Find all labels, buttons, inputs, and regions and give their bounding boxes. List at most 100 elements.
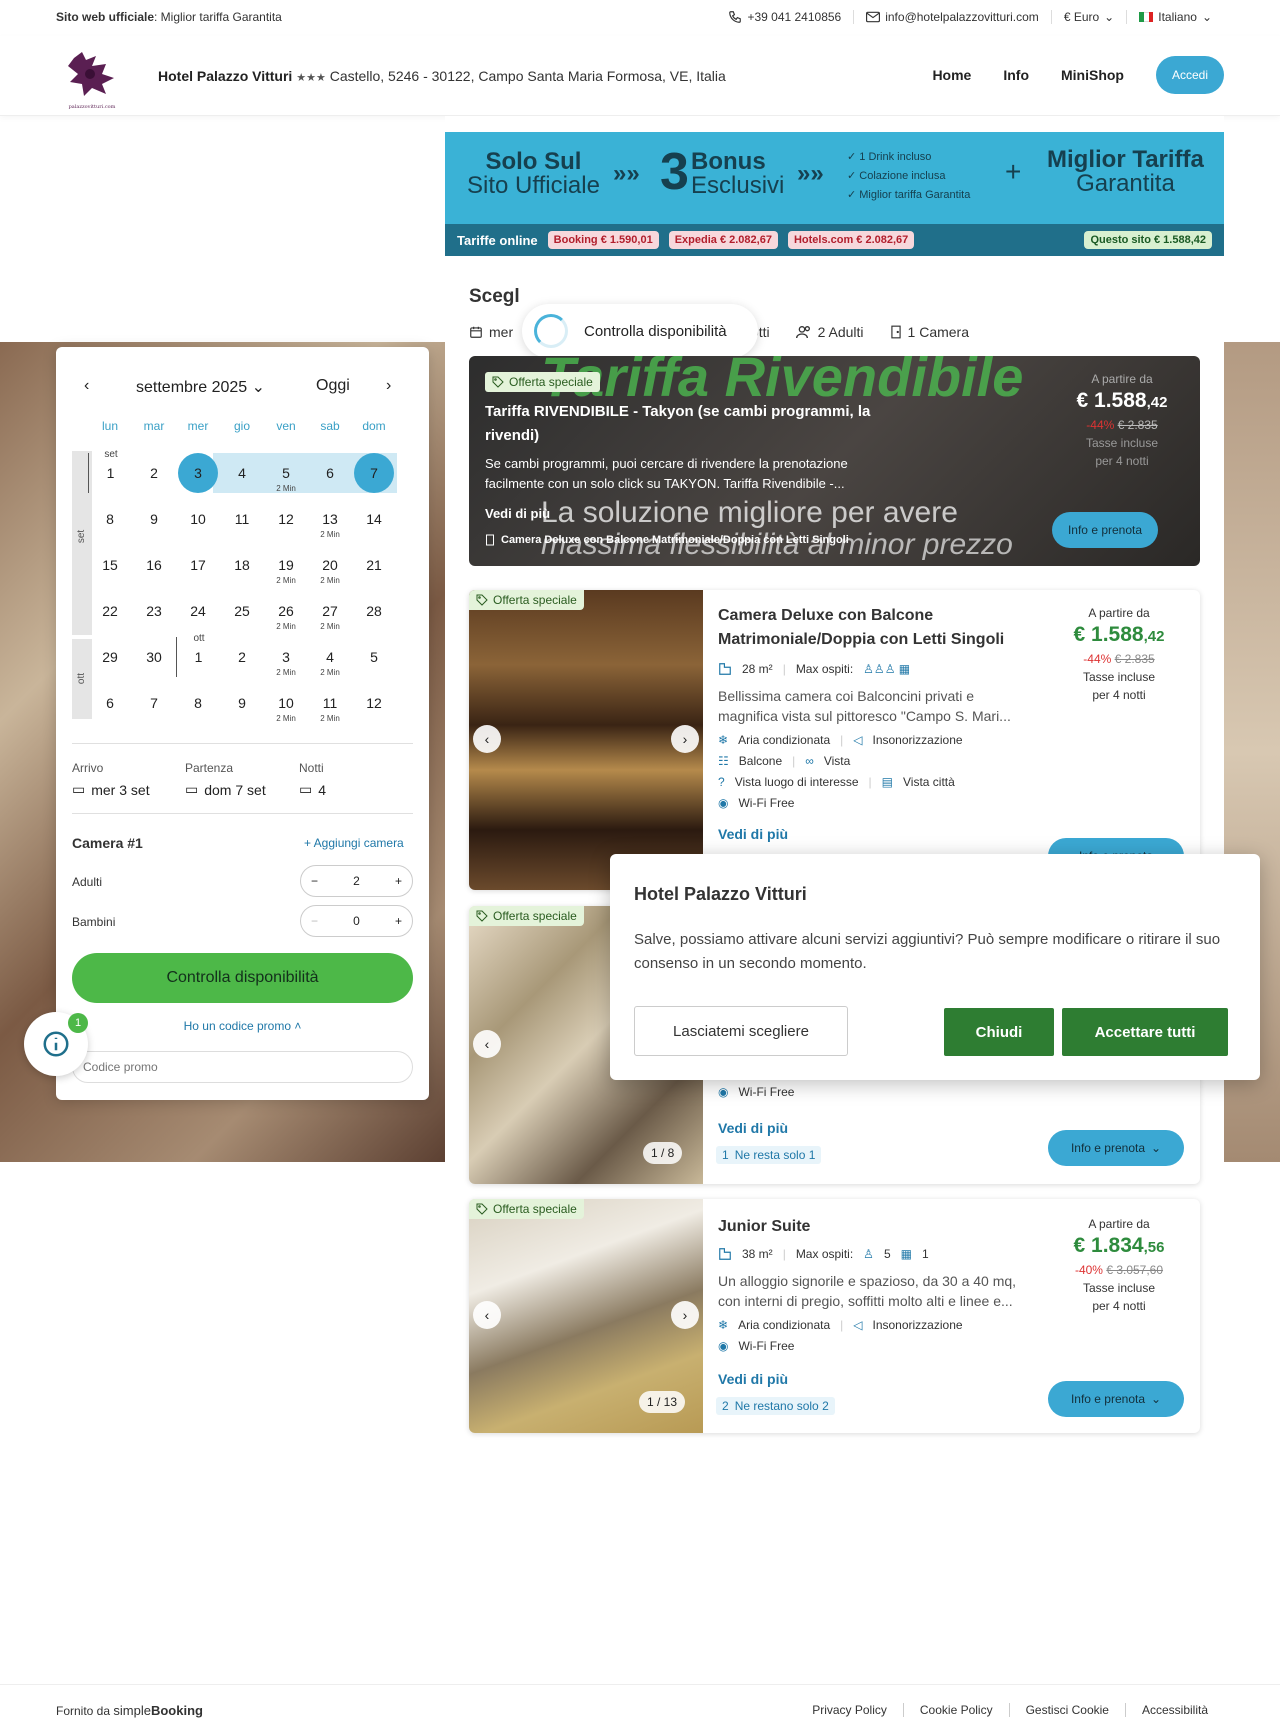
calendar-day[interactable]: 12 bbox=[352, 683, 396, 723]
calendar-day[interactable]: 21 bbox=[352, 545, 396, 585]
nav-minishop[interactable]: MiniShop bbox=[1061, 67, 1124, 83]
calendar-day[interactable]: 13 2 Min bbox=[308, 499, 352, 539]
close-button[interactable]: Chiudi bbox=[944, 1008, 1054, 1056]
photo-prev-button[interactable]: ‹ bbox=[473, 1301, 501, 1329]
children-stepper[interactable]: −0 + bbox=[300, 905, 413, 937]
room-card[interactable]: ‹ › Offerta speciale Camera Deluxe con B… bbox=[469, 590, 1200, 890]
calendar-day[interactable]: 25 bbox=[220, 591, 264, 631]
calendar-day[interactable]: 14 bbox=[352, 499, 396, 539]
calendar-day[interactable]: 3 bbox=[176, 453, 220, 493]
calendar-day[interactable]: 4 bbox=[220, 453, 264, 493]
calendar-day[interactable]: 2 bbox=[220, 637, 264, 677]
cookie-policy-link[interactable]: Cookie Policy bbox=[902, 1703, 1009, 1717]
plus-icon[interactable]: + bbox=[395, 914, 402, 928]
calendar-day[interactable]: 12 bbox=[264, 499, 308, 539]
today-button[interactable]: Oggi bbox=[316, 377, 350, 395]
calendar-day[interactable]: 19 2 Min bbox=[264, 545, 308, 585]
room-title[interactable]: Junior Suite bbox=[718, 1215, 1008, 1239]
accept-all-button[interactable]: Accettare tutti bbox=[1062, 1008, 1228, 1056]
photo-prev-button[interactable]: ‹ bbox=[473, 1030, 501, 1058]
calendar-day[interactable]: 26 2 Min bbox=[264, 591, 308, 631]
calendar-day[interactable]: 10 bbox=[176, 499, 220, 539]
calendar-day[interactable]: 22 bbox=[88, 591, 132, 631]
info-book-button[interactable]: Info e prenota bbox=[1052, 512, 1158, 548]
calendar-day[interactable]: 9 bbox=[132, 499, 176, 539]
calendar-day[interactable]: 9 bbox=[220, 683, 264, 723]
calendar-day[interactable]: 4 2 Min bbox=[308, 637, 352, 677]
calendar-day[interactable]: 15 bbox=[88, 545, 132, 585]
calendar-day[interactable]: 6 bbox=[308, 453, 352, 493]
calendar-day[interactable]: 10 2 Min bbox=[264, 683, 308, 723]
calendar-day[interactable]: 17 bbox=[176, 545, 220, 585]
calendar-day[interactable]: 2 bbox=[132, 453, 176, 493]
info-book-button[interactable]: Info e prenota ⌄ bbox=[1048, 1381, 1184, 1417]
accessibility-link[interactable]: Accessibilità bbox=[1124, 1703, 1224, 1717]
nav-info[interactable]: Info bbox=[1003, 67, 1029, 83]
adults-stepper[interactable]: −2 + bbox=[300, 865, 413, 897]
let-me-choose-button[interactable]: Lasciatemi scegliere bbox=[634, 1006, 848, 1056]
minus-icon[interactable]: − bbox=[311, 874, 318, 888]
calendar-day[interactable]: 29 bbox=[88, 637, 132, 677]
calendar-day[interactable]: 8 bbox=[176, 683, 220, 723]
photo-next-button[interactable]: › bbox=[671, 725, 699, 753]
nav-home[interactable]: Home bbox=[932, 67, 971, 83]
photo-prev-button[interactable]: ‹ bbox=[473, 725, 501, 753]
calendar-day[interactable]: 30 bbox=[132, 637, 176, 677]
arrival-value[interactable]: ▭ mer 3 set bbox=[72, 781, 150, 798]
calendar-day[interactable]: 16 bbox=[132, 545, 176, 585]
calendar-day[interactable]: 28 bbox=[352, 591, 396, 631]
section-title: Scegl bbox=[469, 286, 520, 307]
calendar-day[interactable]: 11 2 Min bbox=[308, 683, 352, 723]
calendar-day[interactable]: 3 2 Min bbox=[264, 637, 308, 677]
room-card[interactable]: ‹ › Offerta speciale 1 / 13 Junior Suite… bbox=[469, 1199, 1200, 1433]
room-photo[interactable] bbox=[469, 590, 703, 890]
calendar-day[interactable]: 8 bbox=[88, 499, 132, 539]
info-book-button[interactable]: Info e prenota ⌄ bbox=[1048, 1130, 1184, 1166]
calendar-day[interactable]: 24 bbox=[176, 591, 220, 631]
calendar-day[interactable]: 27 2 Min bbox=[308, 591, 352, 631]
month-select[interactable]: settembre 2025 ⌄ bbox=[136, 377, 265, 397]
calendar-day[interactable]: 11 bbox=[220, 499, 264, 539]
minus-icon[interactable]: − bbox=[311, 914, 318, 928]
add-room-button[interactable]: + Aggiungi camera bbox=[304, 836, 404, 850]
calendar-day[interactable]: 5 bbox=[352, 637, 396, 677]
powered-by: Fornito da simpleBooking bbox=[56, 1703, 203, 1718]
plus-icon[interactable]: + bbox=[395, 874, 402, 888]
next-month-button[interactable]: › bbox=[386, 377, 391, 395]
check-availability-button[interactable]: Controlla disponibilità bbox=[72, 953, 413, 1003]
calendar-day[interactable]: 6 bbox=[88, 683, 132, 723]
calendar-day[interactable]: 18 bbox=[220, 545, 264, 585]
promo-code-toggle[interactable]: Ho un codice promo ˄ bbox=[56, 1019, 429, 1033]
departure-value[interactable]: ▭ dom 7 set bbox=[185, 781, 266, 798]
phone-link[interactable]: +39 041 2410856 bbox=[716, 10, 853, 24]
login-button[interactable]: Accedi bbox=[1156, 56, 1224, 94]
sound-icon: ◁ bbox=[853, 1318, 863, 1332]
logo-caption: palazzovitturi.com bbox=[68, 104, 116, 110]
day-number: 12 bbox=[278, 511, 294, 527]
manage-cookies-link[interactable]: Gestisci Cookie bbox=[1008, 1703, 1125, 1717]
photo-next-button[interactable]: › bbox=[671, 1301, 699, 1329]
promo-code-input[interactable] bbox=[72, 1051, 413, 1083]
hotel-logo[interactable]: palazzovitturi.com bbox=[62, 48, 122, 110]
door-icon bbox=[890, 325, 901, 339]
calendar-day[interactable]: 7 bbox=[352, 453, 396, 493]
see-more-link[interactable]: Vedi di più bbox=[718, 1120, 788, 1136]
room-title[interactable]: Camera Deluxe con Balcone Matrimoniale/D… bbox=[718, 604, 1008, 652]
privacy-policy-link[interactable]: Privacy Policy bbox=[796, 1703, 903, 1717]
calendar-day[interactable]: 5 2 Min bbox=[264, 453, 308, 493]
calendar-day[interactable]: 1 ott bbox=[176, 634, 220, 677]
calendar-day[interactable]: 1 set bbox=[88, 450, 132, 493]
email-link[interactable]: info@hotelpalazzovitturi.com bbox=[853, 10, 1051, 24]
room-description: Un alloggio signorile e spazioso, da 30 … bbox=[718, 1273, 1017, 1309]
calendar-day[interactable]: 7 bbox=[132, 683, 176, 723]
calendar-day[interactable]: 23 bbox=[132, 591, 176, 631]
language-select[interactable]: Italiano ⌄ bbox=[1126, 10, 1224, 24]
currency-select[interactable]: € Euro ⌄ bbox=[1050, 10, 1126, 24]
resellable-rate-card[interactable]: Tariffa Rivendibile La soluzione miglior… bbox=[469, 356, 1200, 566]
see-more-link[interactable]: Vedi di più bbox=[718, 826, 788, 842]
see-more-link[interactable]: Vedi di più bbox=[718, 1371, 788, 1387]
prev-month-button[interactable]: ‹ bbox=[84, 377, 89, 395]
see-more-link[interactable]: Vedi di più bbox=[485, 506, 550, 521]
calendar-day[interactable]: 20 2 Min bbox=[308, 545, 352, 585]
day-number: 18 bbox=[234, 557, 250, 573]
